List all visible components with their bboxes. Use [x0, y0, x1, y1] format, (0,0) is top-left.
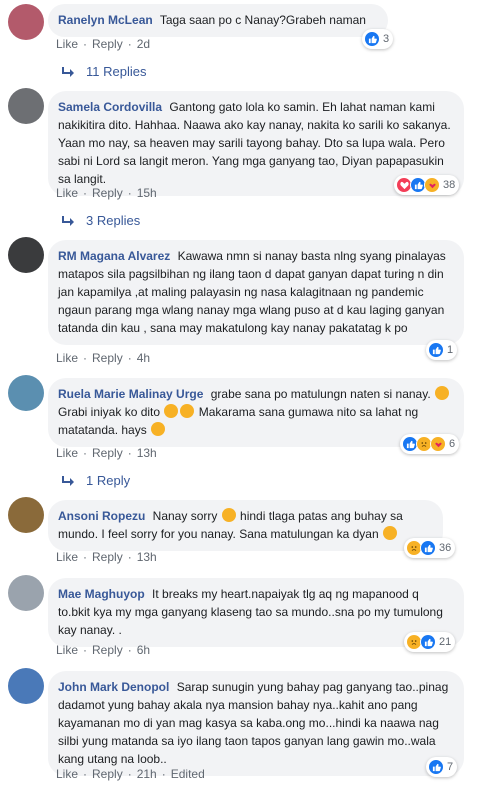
reaction-summary[interactable]: 3: [362, 29, 394, 49]
timestamp[interactable]: 21h: [137, 767, 157, 781]
reaction-count: 21: [439, 636, 452, 648]
timestamp[interactable]: 13h: [137, 446, 157, 460]
avatar[interactable]: [8, 375, 44, 411]
like-link[interactable]: Like: [56, 446, 78, 460]
comment-author[interactable]: Ranelyn McLean: [58, 13, 153, 27]
replies-count[interactable]: 11 Replies: [86, 64, 146, 79]
sobbing-face-icon: [164, 404, 179, 418]
reaction-summary[interactable]: 38: [394, 175, 460, 195]
like-icon: [428, 342, 444, 358]
avatar[interactable]: [8, 237, 44, 273]
avatar[interactable]: [8, 668, 44, 704]
avatar[interactable]: [8, 88, 44, 124]
like-icon: [420, 540, 436, 556]
view-replies-link[interactable]: 11 Replies: [62, 64, 146, 79]
comment-bubble: John Mark Denopol Sarap sunugin yung bah…: [48, 671, 464, 776]
reaction-summary[interactable]: 6: [400, 434, 460, 454]
timestamp[interactable]: 13h: [137, 550, 157, 564]
reaction-count: 38: [443, 179, 456, 191]
comment-bubble: Ansoni Ropezu Nanay sorry hindi tlaga pa…: [48, 500, 443, 551]
sad-face-icon: [221, 508, 236, 522]
avatar[interactable]: [8, 575, 44, 611]
reply-link[interactable]: Reply: [92, 186, 123, 200]
sad-face-icon: [151, 422, 166, 436]
comment-actions: Like · Reply · 15h: [56, 186, 157, 200]
comment-text: Grabi iniyak ko dito: [58, 405, 161, 419]
comment-bubble: RM Magana Alvarez Kawawa nmn si nanay ba…: [48, 240, 464, 345]
reply-link[interactable]: Reply: [92, 351, 123, 365]
reply-link[interactable]: Reply: [92, 550, 123, 564]
reply-link[interactable]: Reply: [92, 767, 123, 781]
comment-actions: Like · Reply · 4h: [56, 351, 151, 365]
comment-text: grabe sana po matulungn naten si nanay.: [210, 387, 431, 401]
reply-link[interactable]: Reply: [92, 643, 123, 657]
comment-author[interactable]: Samela Cordovilla: [58, 100, 162, 114]
comment-author[interactable]: Mae Maghuyop: [58, 587, 145, 601]
reply-arrow-icon: [62, 66, 74, 77]
avatar[interactable]: [8, 497, 44, 533]
view-replies-link[interactable]: 1 Reply: [62, 473, 130, 488]
comment-actions: Like · Reply · 21h · Edited: [56, 767, 205, 781]
reaction-summary[interactable]: 21: [404, 632, 456, 652]
reaction-count: 1: [447, 344, 454, 356]
like-link[interactable]: Like: [56, 767, 78, 781]
comment-author[interactable]: Ruela Marie Malinay Urge: [58, 387, 203, 401]
comment-bubble: Mae Maghuyop It breaks my heart.napaiyak…: [48, 578, 464, 647]
timestamp[interactable]: 6h: [137, 643, 150, 657]
reply-arrow-icon: [62, 475, 74, 486]
like-link[interactable]: Like: [56, 37, 78, 51]
avatar[interactable]: [8, 4, 44, 40]
reaction-count: 3: [383, 33, 390, 45]
like-link[interactable]: Like: [56, 186, 78, 200]
reaction-count: 6: [449, 438, 456, 450]
like-link[interactable]: Like: [56, 643, 78, 657]
sad-face-icon: [382, 526, 397, 540]
like-link[interactable]: Like: [56, 550, 78, 564]
comment-author[interactable]: Ansoni Ropezu: [58, 509, 145, 523]
comment-actions: Like · Reply · 2d: [56, 37, 151, 51]
edited-label: Edited: [170, 767, 205, 781]
reaction-summary[interactable]: 7: [426, 757, 458, 777]
timestamp[interactable]: 15h: [137, 186, 157, 200]
comment-author[interactable]: RM Magana Alvarez: [58, 249, 170, 263]
reply-link[interactable]: Reply: [92, 37, 123, 51]
reaction-count: 7: [447, 761, 454, 773]
care-icon: [430, 436, 446, 452]
comment-text: Taga saan po c Nanay?Grabeh naman: [159, 13, 366, 27]
comment-text: Nanay sorry: [152, 509, 218, 523]
like-icon: [420, 634, 436, 650]
comment-author[interactable]: John Mark Denopol: [58, 680, 169, 694]
comment-actions: Like · Reply · 13h: [56, 446, 157, 460]
comment-actions: Like · Reply · 13h: [56, 550, 157, 564]
view-replies-link[interactable]: 3 Replies: [62, 213, 140, 228]
reply-link[interactable]: Reply: [92, 446, 123, 460]
comment-actions: Like · Reply · 6h: [56, 643, 151, 657]
like-link[interactable]: Like: [56, 351, 78, 365]
care-icon: [424, 177, 440, 193]
like-icon: [364, 31, 380, 47]
timestamp[interactable]: 4h: [137, 351, 150, 365]
replies-count[interactable]: 1 Reply: [86, 473, 130, 488]
comment-bubble: Ranelyn McLean Taga saan po c Nanay?Grab…: [48, 4, 388, 37]
timestamp[interactable]: 2d: [137, 37, 150, 51]
reaction-summary[interactable]: 36: [404, 538, 456, 558]
like-icon: [428, 759, 444, 775]
reaction-count: 36: [439, 542, 452, 554]
sobbing-face-icon: [180, 404, 195, 418]
reply-arrow-icon: [62, 215, 74, 226]
replies-count[interactable]: 3 Replies: [86, 213, 140, 228]
crying-face-icon: [435, 386, 450, 400]
reaction-summary[interactable]: 1: [426, 340, 458, 360]
